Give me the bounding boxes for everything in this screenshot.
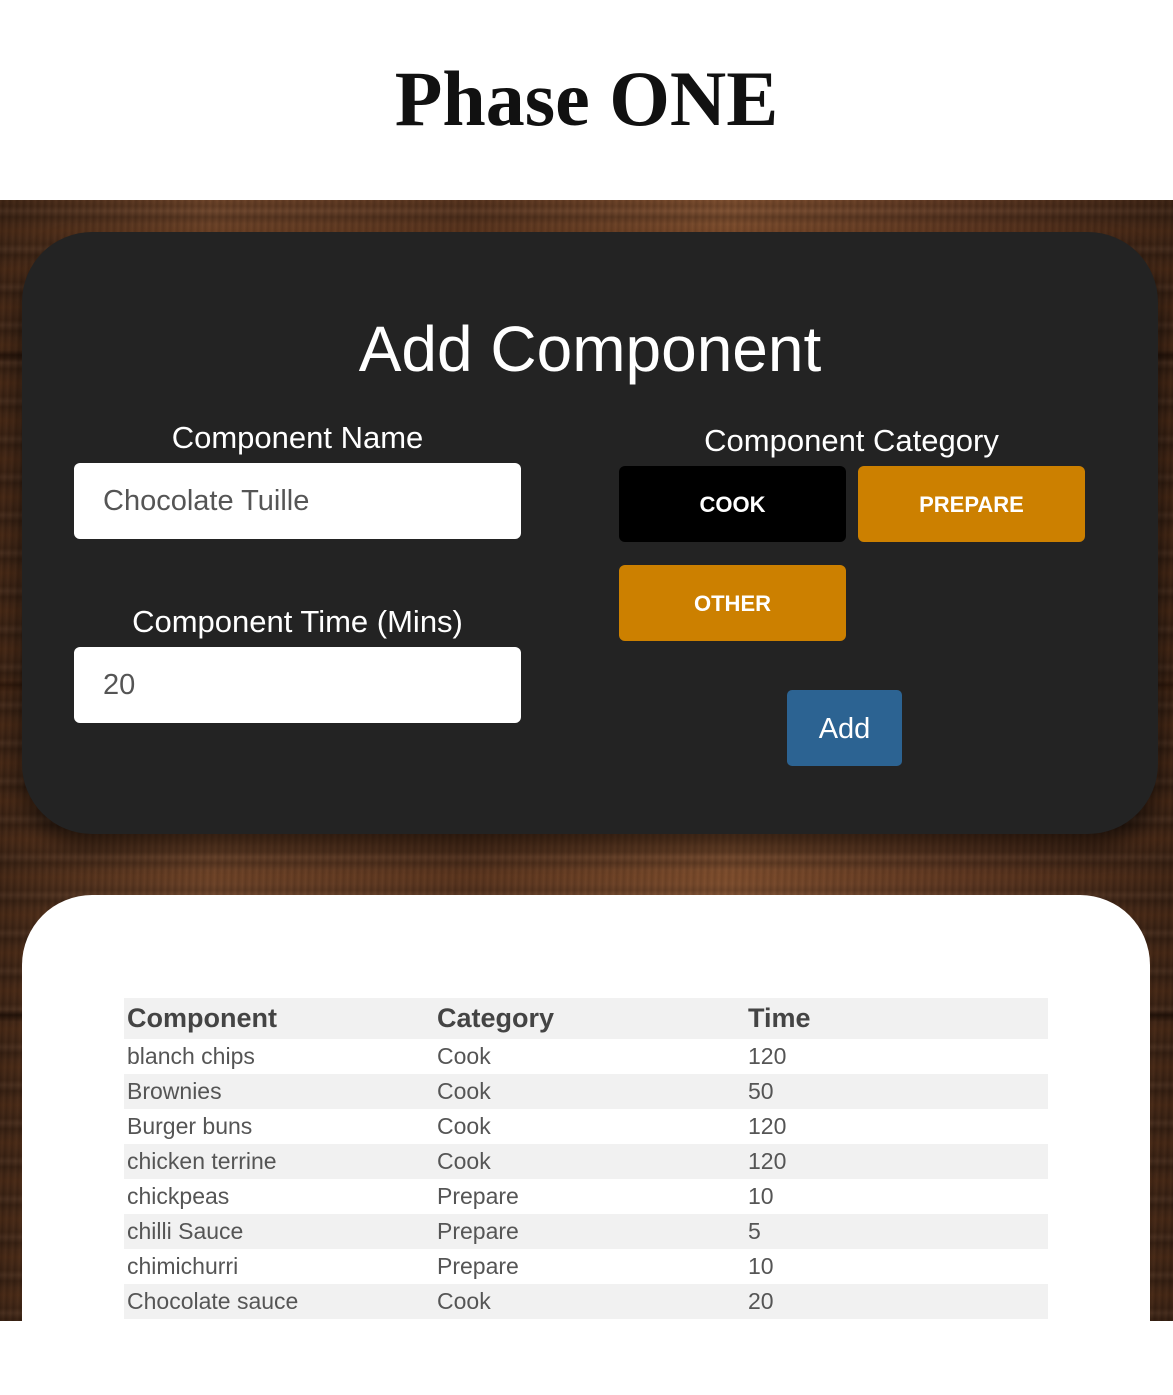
cell-category: Prepare: [437, 1183, 519, 1209]
table-row: Burger buns Cook 120: [124, 1109, 1048, 1144]
cell-time: 10: [748, 1183, 774, 1209]
component-time-input[interactable]: [74, 647, 521, 723]
cell-component: chickpeas: [127, 1183, 230, 1209]
cell-component: chilli Sauce: [124, 1214, 434, 1249]
cell-time: 120: [748, 1113, 787, 1139]
components-table: Component Category Time blanch chips Coo…: [124, 998, 1048, 1319]
cell-component: chimichurri: [127, 1253, 239, 1279]
cell-category: Cook: [434, 1074, 745, 1109]
cell-time: 120: [748, 1043, 787, 1069]
column-header-component: Component: [124, 998, 434, 1039]
cell-category: Cook: [434, 1144, 745, 1179]
cell-component: blanch chips: [127, 1043, 255, 1069]
column-header-category: Category: [434, 998, 745, 1039]
cell-category: Prepare: [434, 1214, 745, 1249]
add-component-card: Add Component Component Name Component T…: [22, 232, 1158, 834]
page-title: Phase ONE: [394, 55, 779, 142]
cell-time: 20: [745, 1284, 1048, 1319]
add-component-title: Add Component: [358, 313, 822, 385]
table-header-row: Component Category Time: [124, 998, 1048, 1039]
table-row: chickpeas Prepare 10: [124, 1179, 1048, 1214]
cell-time: 5: [745, 1214, 1048, 1249]
table-row: blanch chips Cook 120: [124, 1039, 1048, 1074]
component-name-label: Component Name: [171, 420, 424, 455]
cell-time: 50: [745, 1074, 1048, 1109]
table-row: chilli Sauce Prepare 5: [124, 1214, 1048, 1249]
cell-component: Burger buns: [127, 1113, 253, 1139]
cell-category: Cook: [437, 1113, 491, 1139]
cell-component: chicken terrine: [124, 1144, 434, 1179]
table-row: chimichurri Prepare 10: [124, 1249, 1048, 1284]
category-other-button[interactable]: OTHER: [619, 565, 846, 641]
cell-time: 10: [748, 1253, 774, 1279]
table-row: Brownies Cook 50: [124, 1074, 1048, 1109]
component-name-input[interactable]: [74, 463, 521, 539]
cell-component: Chocolate sauce: [124, 1284, 434, 1319]
cell-time: 120: [745, 1144, 1048, 1179]
column-header-time: Time: [745, 998, 1048, 1039]
cell-category: Cook: [434, 1284, 745, 1319]
component-category-label: Component Category: [704, 423, 999, 458]
category-cook-button[interactable]: COOK: [619, 466, 846, 542]
component-time-label: Component Time (Mins): [132, 604, 463, 639]
add-button[interactable]: Add: [787, 690, 902, 766]
cell-category: Prepare: [437, 1253, 519, 1279]
components-list-card: Component Category Time blanch chips Coo…: [22, 895, 1150, 1395]
table-row: chicken terrine Cook 120: [124, 1144, 1048, 1179]
cell-component: Brownies: [124, 1074, 434, 1109]
table-row: Chocolate sauce Cook 20: [124, 1284, 1048, 1319]
category-prepare-button[interactable]: PREPARE: [858, 466, 1085, 542]
cell-category: Cook: [437, 1043, 491, 1069]
